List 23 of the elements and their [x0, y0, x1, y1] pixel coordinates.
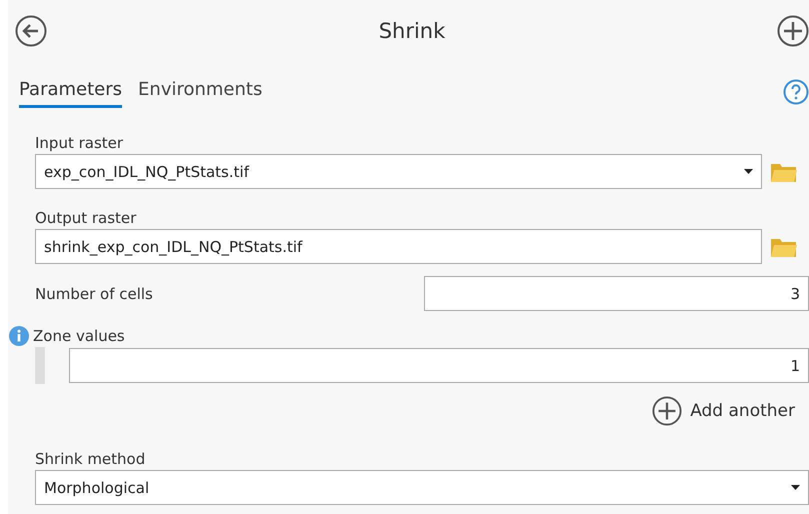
input-field[interactable]: 3	[424, 276, 809, 311]
parameter-label: Input raster	[35, 133, 124, 154]
add-button[interactable]	[777, 15, 809, 47]
back-button[interactable]	[15, 15, 47, 47]
dropdown-field[interactable]: exp_con_IDL_NQ_PtStats.tif	[35, 154, 762, 189]
help-icon[interactable]	[783, 79, 809, 105]
tab[interactable]: Parameters	[19, 76, 122, 108]
back-icon	[15, 15, 47, 47]
input-field[interactable]: shrink_exp_con_IDL_NQ_PtStats.tif	[35, 229, 762, 264]
caret-icon	[744, 169, 753, 174]
tab[interactable]: Environments	[138, 76, 262, 108]
add-icon	[777, 15, 809, 47]
tool-title: Shrink	[378, 19, 446, 43]
add-icon	[652, 396, 682, 426]
parameter-label: Zone values	[33, 326, 125, 347]
parameter-label: Number of cells	[35, 284, 154, 304]
input-field[interactable]: 1	[69, 348, 809, 383]
parameter-label: Output raster	[35, 208, 138, 229]
dropdown-field[interactable]: Morphological	[35, 470, 809, 505]
parameter-label: Shrink method	[35, 449, 146, 470]
caret-icon	[791, 485, 800, 490]
add-another-button[interactable]: Add another	[652, 396, 795, 426]
drag-handle[interactable]	[35, 347, 45, 384]
